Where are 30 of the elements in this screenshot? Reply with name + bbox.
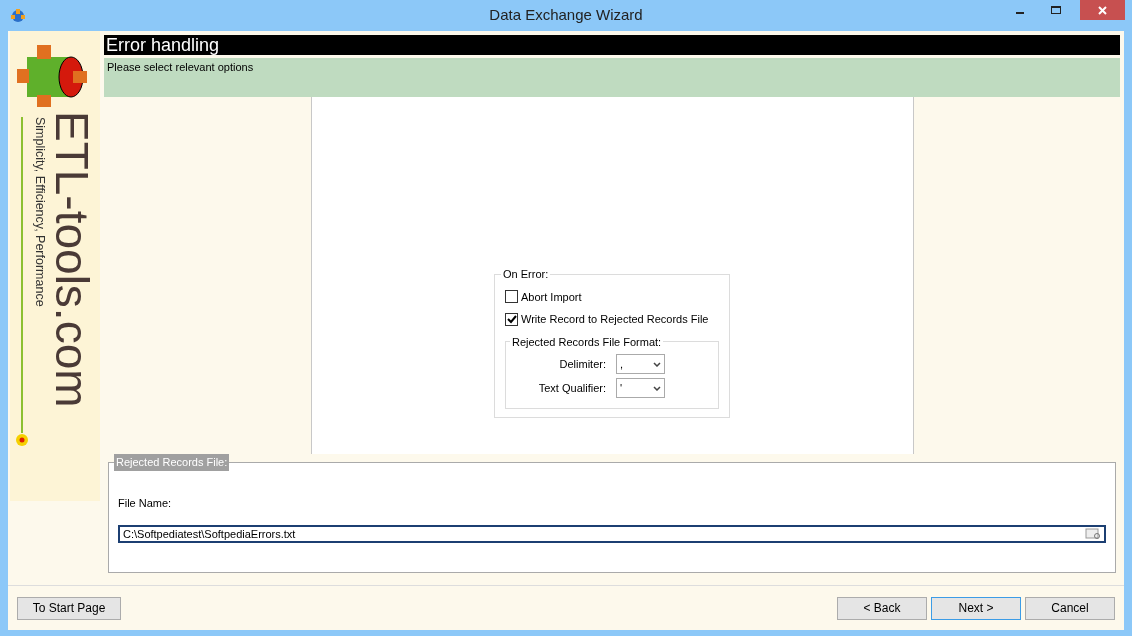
chevron-down-icon bbox=[653, 385, 661, 391]
dropdown[interactable]: , bbox=[616, 354, 665, 374]
window-title: Data Exchange Wizard bbox=[488, 5, 644, 26]
close-icon bbox=[1098, 5, 1107, 15]
wizard-button[interactable]: To Start Page bbox=[17, 596, 121, 620]
wizard-button[interactable]: Cancel bbox=[1025, 596, 1115, 620]
chevron-down-icon bbox=[653, 361, 661, 367]
group-legend: Rejected Records File: bbox=[114, 454, 230, 471]
logo-wordmark: ETL-tools.com bbox=[49, 111, 95, 410]
page-title: Error handling bbox=[104, 35, 1120, 55]
checkbox[interactable] bbox=[505, 290, 518, 304]
file-name-field[interactable]: C:\Softpediatest\SoftpediaErrors.txt bbox=[118, 525, 1106, 543]
checkbox[interactable] bbox=[505, 312, 518, 326]
field-label: Delimiter: bbox=[558, 356, 607, 372]
dropdown[interactable]: ' bbox=[616, 378, 665, 398]
close-button[interactable] bbox=[1080, 0, 1125, 20]
check-icon bbox=[506, 314, 517, 324]
sun-icon bbox=[15, 433, 29, 447]
group-legend: Rejected Records File Format: bbox=[510, 333, 664, 350]
group-legend: On Error: bbox=[501, 266, 551, 283]
logo-tagline: Simplicity, Efficiency, Performance bbox=[32, 117, 48, 309]
app-icon bbox=[10, 7, 26, 24]
checkbox-label: Abort Import bbox=[521, 289, 582, 305]
field-label: Text Qualifier: bbox=[537, 380, 607, 396]
wizard-button[interactable]: < Back bbox=[837, 596, 927, 620]
page-subtitle: Please select relevant options bbox=[104, 58, 1120, 97]
field-label: File Name: bbox=[118, 495, 173, 511]
wizard-button[interactable]: Next > bbox=[931, 596, 1021, 620]
browse-icon bbox=[1085, 528, 1101, 540]
checkbox-label: Write Record to Rejected Records File bbox=[521, 312, 709, 327]
